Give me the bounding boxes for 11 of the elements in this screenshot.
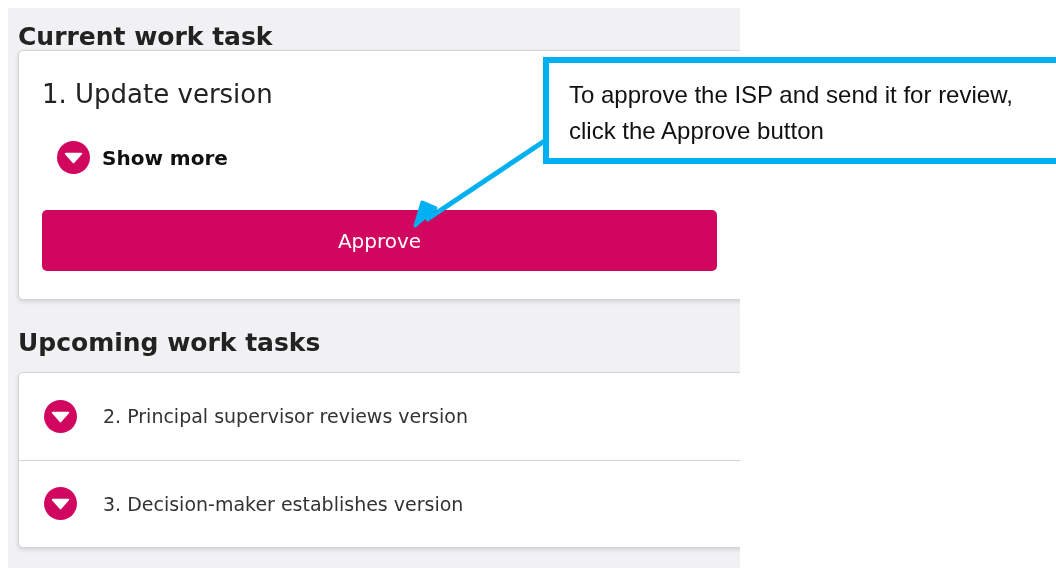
section-heading: Current work task [18, 22, 273, 51]
section-heading: Upcoming work tasks [18, 328, 321, 357]
callout-text: To approve the ISP and send it for review, click the Approve button [569, 80, 1014, 146]
task-item-label[interactable]: 3. Decision-maker establishes version [103, 492, 464, 515]
expand-icon[interactable] [57, 141, 90, 174]
approve-button[interactable]: Approve [42, 210, 717, 271]
show-more-toggle[interactable]: Show more [57, 141, 228, 174]
task-item-label[interactable]: 2. Principal supervisor reviews version [103, 405, 468, 428]
expand-icon[interactable] [44, 399, 77, 433]
task-title: 1. Update version [42, 79, 273, 109]
expand-icon[interactable] [44, 487, 77, 521]
